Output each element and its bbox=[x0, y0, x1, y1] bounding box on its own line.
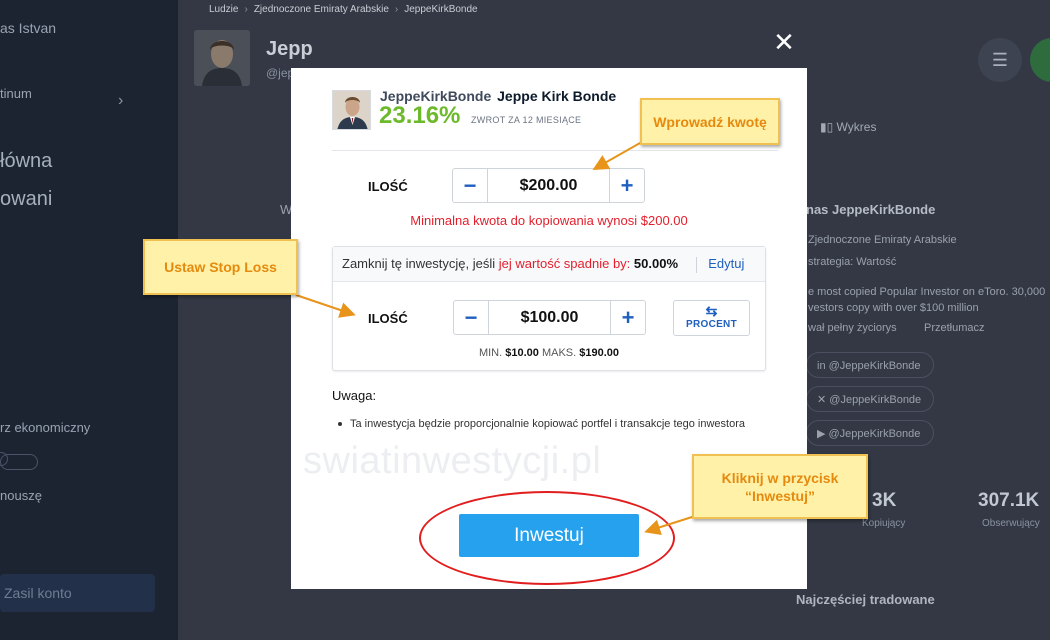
callout-set-stop-loss: Ustaw Stop Loss bbox=[143, 239, 298, 295]
annotation-arrows bbox=[295, 142, 693, 535]
callout-click-invest: Kliknij w przycisk “Inwestuj” bbox=[692, 454, 868, 519]
callout-enter-amount: Wprowadź kwotę bbox=[640, 98, 780, 145]
